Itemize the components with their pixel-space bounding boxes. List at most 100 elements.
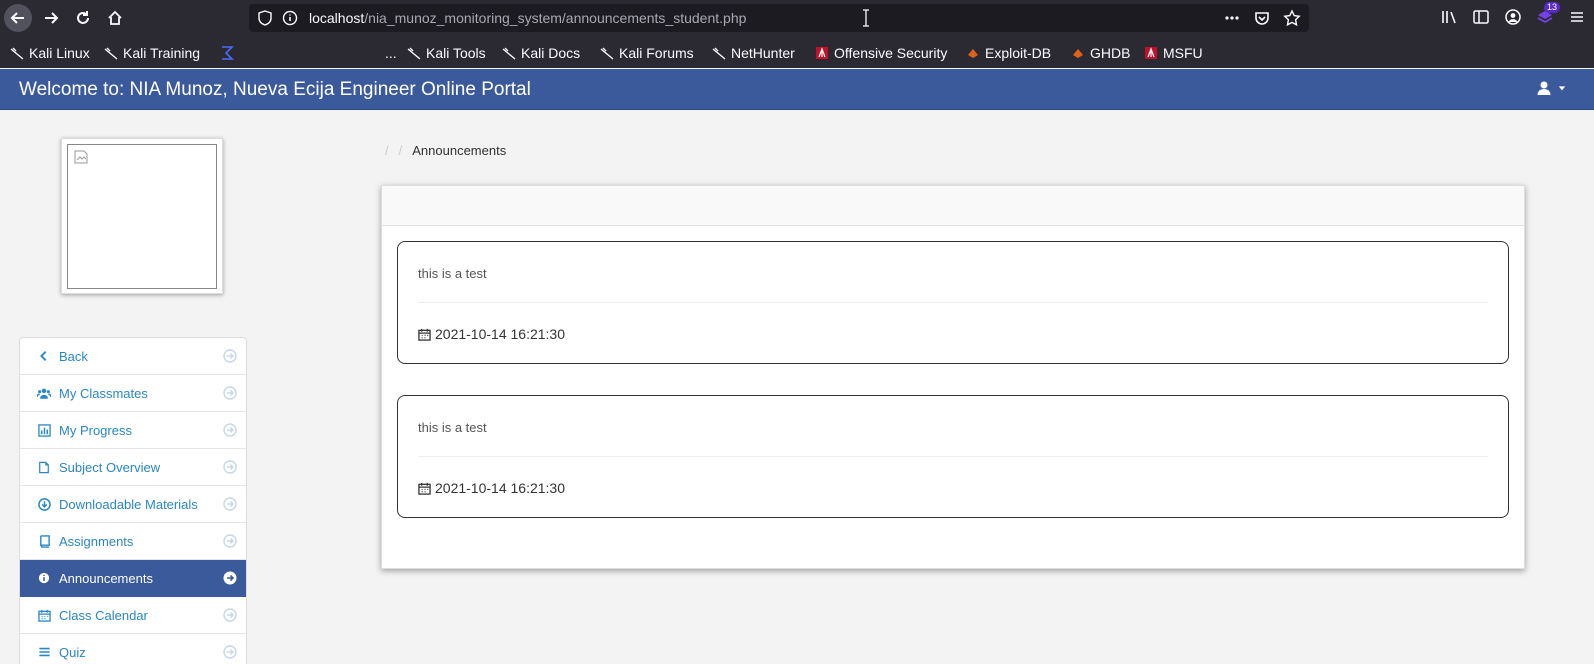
bookmark-kali-linux[interactable]: Kali Linux	[10, 44, 90, 62]
breadcrumb: / / Announcements	[385, 143, 506, 158]
bookmark-kali-forums[interactable]: Kali Forums	[600, 44, 694, 62]
bookmark-kali-training[interactable]: Kali Training	[104, 44, 200, 62]
info-circle-icon	[37, 571, 51, 585]
library-button[interactable]	[1440, 8, 1458, 26]
broken-image-icon	[74, 150, 88, 164]
app-menu-button[interactable]	[1568, 8, 1586, 26]
users-icon	[37, 386, 51, 400]
breadcrumb-current: Announcements	[412, 143, 507, 158]
info-icon[interactable]	[282, 10, 298, 26]
announcement-date: 2021-10-14 16:21:30	[418, 480, 565, 496]
page-actions-button[interactable]	[1223, 9, 1241, 27]
circle-arrow-right-icon	[223, 534, 237, 548]
caret-down-icon	[1558, 86, 1566, 91]
sidebar-item-quiz[interactable]: Quiz	[20, 634, 246, 664]
browser-toolbar: localhost/nia_munoz_monitoring_system/an…	[0, 0, 1594, 36]
shield-icon[interactable]	[257, 10, 273, 26]
calendar-icon	[37, 608, 51, 622]
circle-arrow-right-icon	[223, 349, 237, 363]
sidebar-toggle-button[interactable]	[1472, 8, 1490, 26]
circle-arrow-right-icon	[223, 608, 237, 622]
divider	[418, 456, 1488, 457]
kali-dragon-icon	[10, 46, 24, 60]
bookmark-exploit-db[interactable]: Exploit-DB	[966, 44, 1051, 62]
bookmarks-bar: Kali Linux Kali Training ... Kali Tools …	[0, 40, 1594, 66]
calendar-icon	[418, 482, 431, 495]
offsec-icon	[815, 46, 829, 60]
bookmark-ghdb[interactable]: GHDB	[1071, 44, 1130, 62]
sidebar-menu: Back My Classmates My Progress Subject O…	[19, 337, 247, 664]
sidebar-item-back[interactable]: Back	[20, 338, 246, 375]
circle-arrow-right-icon	[223, 645, 237, 659]
sidebar-item-assignments[interactable]: Assignments	[20, 523, 246, 560]
circle-arrow-right-icon	[223, 460, 237, 474]
sidebar-item-subject-overview[interactable]: Subject Overview	[20, 449, 246, 486]
account-button[interactable]	[1504, 8, 1522, 26]
user-menu-toggle[interactable]	[1536, 80, 1566, 96]
circle-arrow-right-icon	[223, 386, 237, 400]
exploitdb-icon	[1071, 46, 1085, 60]
sidebar-item-my-classmates[interactable]: My Classmates	[20, 375, 246, 412]
extension-button[interactable]: 13	[1536, 2, 1561, 26]
announcement-card: this is a test 2021-10-14 16:21:30	[397, 241, 1509, 364]
home-icon	[108, 10, 122, 25]
panel-header	[382, 186, 1524, 226]
download-icon	[37, 497, 51, 511]
sidebar-item-label: Announcements	[59, 570, 153, 586]
bookmark-overflow[interactable]: ...	[385, 44, 397, 62]
sidebar-item-label: Back	[59, 348, 88, 364]
url-bar[interactable]: localhost/nia_munoz_monitoring_system/an…	[249, 4, 1309, 32]
sidebar-item-label: Quiz	[59, 644, 86, 660]
kali-dragon-icon	[600, 46, 614, 60]
sidebar-item-label: My Progress	[59, 422, 132, 438]
home-button[interactable]	[101, 4, 129, 32]
bar-chart-icon	[37, 423, 51, 437]
calendar-icon	[418, 328, 431, 341]
announcement-date: 2021-10-14 16:21:30	[418, 326, 565, 342]
bookmark-kali-tools[interactable]: Kali Tools	[407, 44, 486, 62]
announcement-message: this is a test	[418, 266, 487, 281]
sidebar-item-label: Downloadable Materials	[59, 496, 198, 512]
breadcrumb-separator: /	[385, 143, 389, 158]
more-horizontal-icon	[1225, 16, 1239, 20]
toolbar-right: 13	[1440, 2, 1586, 26]
back-button[interactable]	[4, 4, 32, 32]
url-text[interactable]: localhost/nia_munoz_monitoring_system/an…	[309, 10, 746, 26]
bookmark-offensive-security[interactable]: Offensive Security	[815, 44, 947, 62]
library-icon	[1442, 11, 1456, 24]
reload-icon	[77, 11, 89, 24]
announcements-panel: this is a test 2021-10-14 16:21:30 this …	[381, 185, 1525, 569]
url-path: /nia_munoz_monitoring_system/announcemen…	[364, 10, 747, 26]
sidebar-item-label: Subject Overview	[59, 459, 161, 475]
pocket-icon	[1255, 12, 1269, 25]
profile-photo-frame	[61, 138, 223, 294]
arrow-right-icon	[45, 12, 59, 24]
hamburger-menu-icon	[1571, 12, 1583, 22]
circle-arrow-right-icon	[223, 497, 237, 511]
star-icon	[1283, 9, 1301, 27]
kali-dragon-icon	[104, 46, 118, 60]
forward-button[interactable]	[37, 4, 65, 32]
bookmark-msfu[interactable]: MSFU	[1144, 44, 1203, 62]
sidebar-item-class-calendar[interactable]: Class Calendar	[20, 597, 246, 634]
book-icon	[37, 534, 51, 548]
arrow-left-icon	[10, 12, 24, 24]
bookmark-sigma[interactable]	[220, 44, 234, 62]
bookmark-star-button[interactable]	[1283, 9, 1301, 27]
exploitdb-icon	[966, 46, 980, 60]
sidebar-item-label: Assignments	[59, 533, 134, 549]
reload-button[interactable]	[69, 4, 97, 32]
pocket-button[interactable]	[1253, 9, 1271, 27]
sidebar-item-my-progress[interactable]: My Progress	[20, 412, 246, 449]
sidebar-item-announcements[interactable]: Announcements	[20, 560, 246, 597]
announcement-date-text: 2021-10-14 16:21:30	[435, 480, 565, 496]
bookmark-nethunter[interactable]: NetHunter	[712, 44, 795, 62]
announcement-card: this is a test 2021-10-14 16:21:30	[397, 395, 1509, 518]
sidebar-item-label: Class Calendar	[59, 607, 148, 623]
account-icon	[1505, 9, 1521, 25]
announcement-date-text: 2021-10-14 16:21:30	[435, 326, 565, 342]
announcement-message: this is a test	[418, 420, 487, 435]
bookmark-kali-docs[interactable]: Kali Docs	[502, 44, 580, 62]
sidebar-item-downloadable-materials[interactable]: Downloadable Materials	[20, 486, 246, 523]
file-icon	[37, 460, 51, 474]
